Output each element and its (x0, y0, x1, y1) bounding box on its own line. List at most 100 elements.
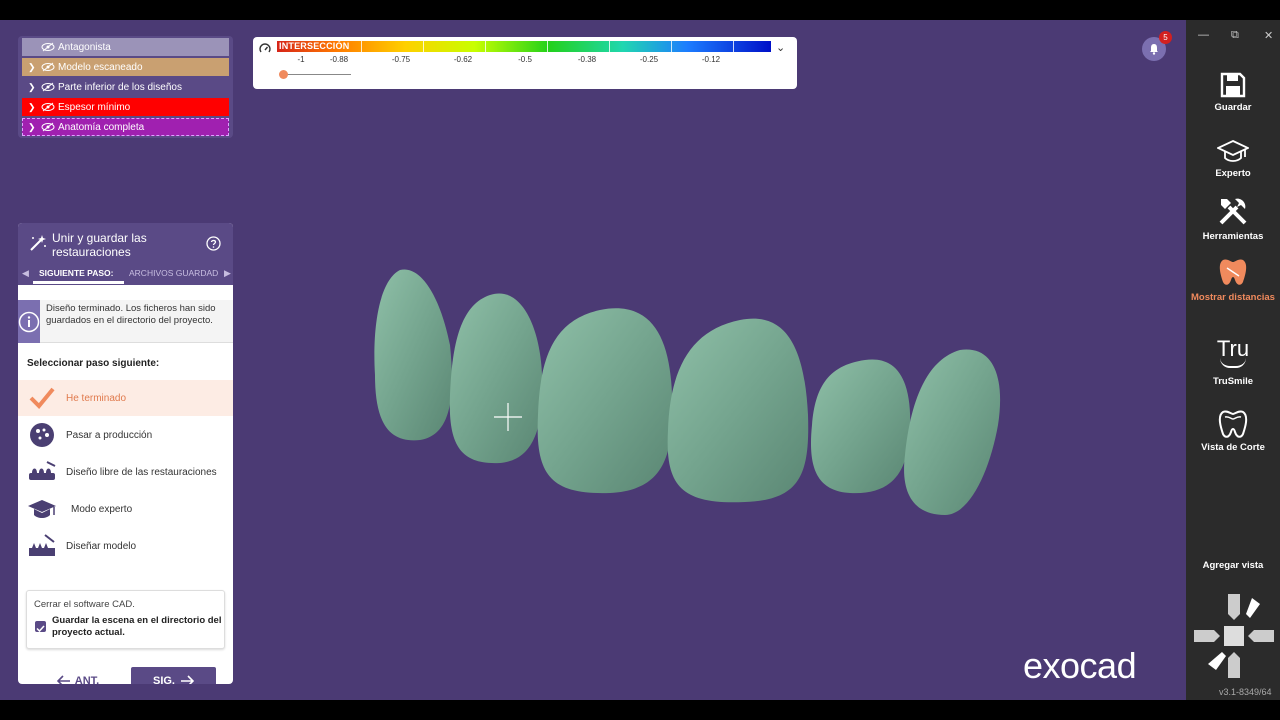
info-message: Diseño terminado. Los ficheros han sido … (18, 300, 233, 343)
color-gradient-bar: INTERSECCIÓN (277, 41, 771, 52)
save-button[interactable]: Guardar (1186, 72, 1280, 113)
scale-tick: -1 (297, 55, 305, 64)
layer-design-bottom[interactable]: ❯ Parte inferior de los diseños (22, 78, 229, 96)
next-label: SIG. (152, 674, 175, 685)
bottom-black-bar (0, 700, 1280, 720)
trusmile-icon: Tru (1216, 336, 1250, 361)
option-finished[interactable]: He terminado (18, 380, 233, 416)
tooth-section-icon (1218, 410, 1248, 438)
floppy-disk-icon (1220, 72, 1246, 98)
info-text: Diseño terminado. Los ficheros han sido … (46, 303, 216, 326)
exocad-logo: exocad (1023, 645, 1137, 686)
option-label: Diseñar modelo (66, 540, 137, 552)
3d-viewport[interactable]: Antagonista ❯ Modelo escaneado ❯ Parte i… (0, 20, 1186, 700)
right-toolbar: — ⧉ ✕ Guardar Experto Herramientas Mostr… (1186, 20, 1280, 700)
tab-next-step[interactable]: SIGUIENTE PASO: (39, 268, 113, 278)
expert-label: Experto (1215, 168, 1251, 179)
distance-color-scale: INTERSECCIÓN -1 -0.88 -0.75 -0.62 -0.5 -… (253, 37, 797, 89)
option-label: Diseño libre de las restauraciones (66, 466, 217, 478)
freeform-icon (29, 461, 56, 480)
tab-saved-files[interactable]: ARCHIVOS GUARDAD (129, 268, 218, 278)
help-icon[interactable] (206, 236, 221, 251)
option-expert-mode[interactable]: Modo experto (18, 491, 233, 527)
layer-label: Anatomía completa (58, 121, 145, 133)
wizard-tabs: ◀ SIGUIENTE PASO: ARCHIVOS GUARDAD ▶ (18, 264, 233, 285)
option-design-model[interactable]: Diseñar modelo (18, 528, 233, 564)
restore-icon[interactable]: ⧉ (1231, 29, 1239, 42)
production-icon (30, 423, 54, 447)
layer-full-anatomy[interactable]: ❯ Anatomía completa (22, 118, 229, 136)
trusmile-button[interactable]: Tru TruSmile (1186, 336, 1280, 388)
model-icon (29, 534, 55, 556)
arrow-left-icon (56, 675, 70, 684)
minimize-icon[interactable]: — (1198, 29, 1209, 41)
eye-hidden-icon[interactable] (40, 122, 56, 132)
graduation-cap-icon (1217, 140, 1249, 162)
add-view-button[interactable]: Agregar vista (1186, 560, 1280, 571)
eye-hidden-icon[interactable] (40, 82, 56, 92)
option-label: Modo experto (71, 503, 133, 515)
layer-scanned-model[interactable]: ❯ Modelo escaneado (22, 58, 229, 76)
option-label: Pasar a producción (66, 429, 153, 441)
distance-tooth-icon (1219, 259, 1247, 285)
scale-tick: -0.25 (639, 55, 659, 64)
show-distances-button[interactable]: Mostrar distancias (1186, 256, 1280, 303)
tools-button[interactable]: Herramientas (1186, 195, 1280, 242)
restoration-3d-model[interactable] (360, 265, 1010, 530)
previous-label: ANT. (74, 675, 100, 684)
layer-antagonist[interactable]: Antagonista (22, 38, 229, 56)
save-scene-checkbox[interactable] (35, 621, 46, 633)
tools-label: Herramientas (1202, 231, 1264, 242)
option-label: He terminado (66, 392, 127, 404)
scale-tick: -0.75 (391, 55, 411, 64)
version-label: v3.1-8349/64 (1219, 687, 1272, 697)
notification-count-badge: 5 (1159, 31, 1172, 44)
scale-title: INTERSECCIÓN (279, 41, 350, 51)
arrow-right-icon (181, 674, 194, 684)
scale-tick: -0.12 (701, 55, 721, 64)
chevron-right-icon[interactable]: ❯ (28, 122, 40, 133)
layer-label: Antagonista (58, 41, 111, 53)
close-icon[interactable]: ✕ (1264, 29, 1273, 42)
add-view-label: Agregar vista (1202, 560, 1264, 571)
previous-button[interactable]: ANT. (38, 669, 118, 684)
top-black-bar (0, 0, 1280, 20)
eye-hidden-icon[interactable] (40, 62, 56, 72)
save-scene-label: Guardar la escena en el directorio del p… (52, 615, 222, 638)
cut-view-button[interactable]: Vista de Corte (1186, 408, 1280, 453)
opacity-slider-handle[interactable] (279, 70, 288, 79)
eye-hidden-icon[interactable] (40, 42, 56, 52)
select-next-step-label: Seleccionar paso siguiente: (27, 358, 160, 369)
wizard-title: Unir y guardar las restauraciones (52, 231, 147, 259)
show-distances-label: Mostrar distancias (1191, 292, 1275, 303)
scale-tick: -0.38 (577, 55, 597, 64)
expert-button[interactable]: Experto (1186, 138, 1280, 179)
close-cad-label: Cerrar el software CAD. (34, 599, 135, 610)
chevron-right-icon[interactable]: ❯ (28, 62, 40, 73)
chevron-right-icon[interactable]: ❯ (28, 102, 40, 113)
cut-view-label: Vista de Corte (1201, 442, 1265, 453)
checkbox-check-icon (36, 625, 45, 633)
view-cube-icon[interactable] (1194, 594, 1274, 678)
scale-tick: -0.62 (453, 55, 473, 64)
save-label: Guardar (1214, 102, 1252, 113)
chevron-down-icon[interactable]: ⌄ (776, 41, 785, 54)
option-freeform-design[interactable]: Diseño libre de las restauraciones (18, 454, 233, 490)
tab-scroll-right-icon[interactable]: ▶ (224, 268, 231, 279)
eye-hidden-icon[interactable] (40, 102, 56, 112)
next-button[interactable]: SIG. (131, 667, 216, 684)
option-production[interactable]: Pasar a producción (18, 417, 233, 453)
opacity-slider-track[interactable] (283, 74, 351, 75)
magic-wand-icon (30, 235, 46, 251)
close-cad-box: Cerrar el software CAD. Guardar la escen… (26, 590, 225, 649)
bell-icon (1150, 44, 1158, 55)
gauge-icon[interactable] (259, 43, 271, 55)
scale-tick: -0.5 (518, 55, 532, 64)
tab-scroll-left-icon[interactable]: ◀ (22, 268, 29, 279)
chevron-right-icon[interactable]: ❯ (28, 82, 40, 93)
info-icon (18, 300, 40, 343)
layer-min-thickness[interactable]: ❯ Espesor mínimo (22, 98, 229, 116)
tools-icon (1219, 198, 1247, 225)
layer-label: Parte inferior de los diseños (58, 81, 182, 93)
wizard-panel: Unir y guardar las restauraciones ◀ SIGU… (18, 223, 233, 684)
